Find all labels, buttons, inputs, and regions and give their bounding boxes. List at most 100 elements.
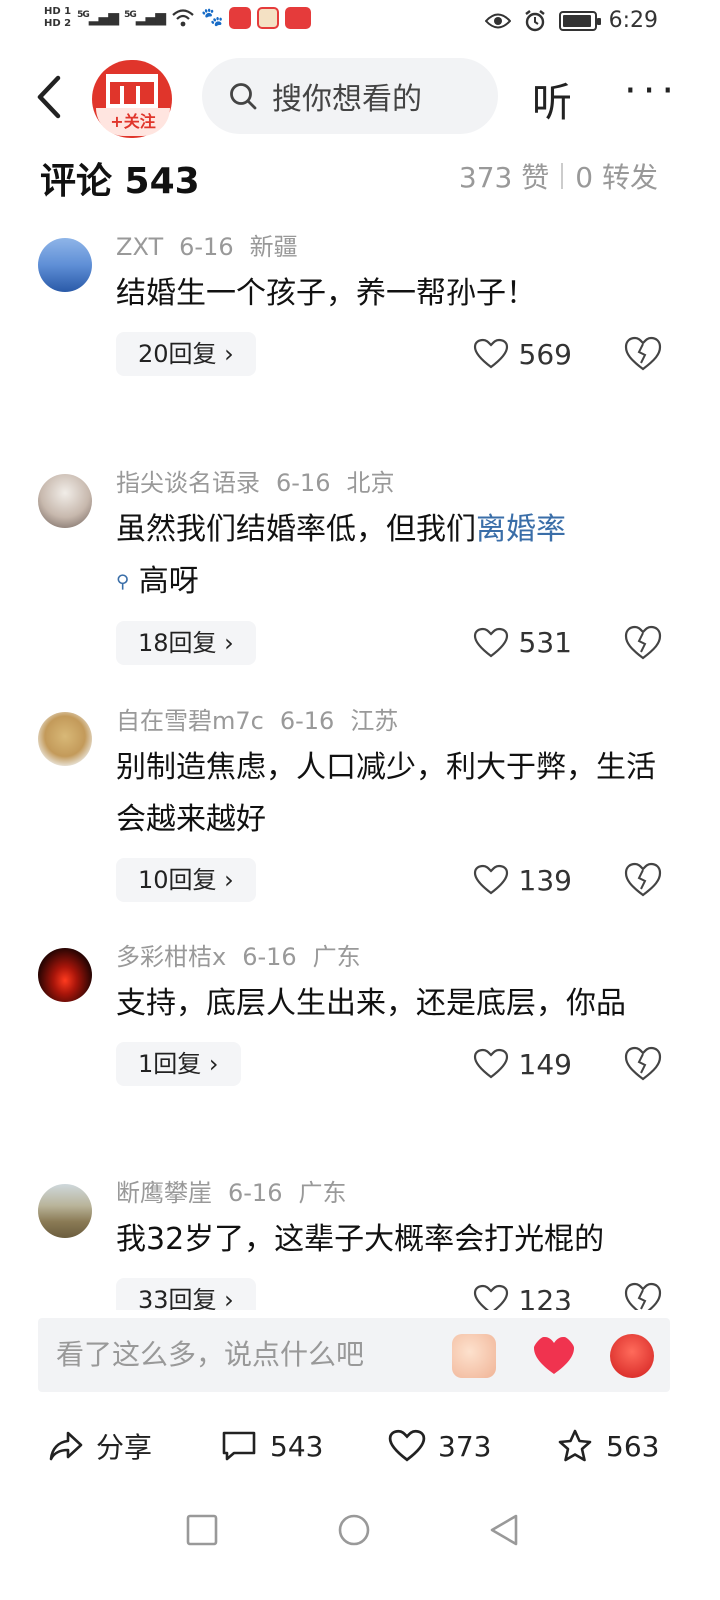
replies-button[interactable]: 20回复 ›: [116, 332, 256, 376]
comment-user[interactable]: 自在雪碧m7c: [116, 702, 264, 740]
comment-text: 我32岁了，这辈子大概率会打光棍的: [116, 1222, 605, 1257]
comment-location: 北京: [346, 469, 395, 497]
like-button[interactable]: 569: [473, 332, 572, 376]
comment-item: 自在雪碧m7c 6-16 江苏 别制造焦虑，人口减少，利大于弊，生活会越来越好 …: [0, 702, 720, 938]
status-right: 6:29: [484, 8, 658, 33]
like-count: 139: [518, 863, 572, 897]
toutiao-icon: [285, 7, 312, 29]
comment-actions: 20回复 › 569: [116, 326, 662, 386]
heart-icon: [473, 338, 508, 369]
back-icon[interactable]: [30, 72, 70, 122]
avatar[interactable]: [38, 712, 92, 766]
like-button[interactable]: 149: [473, 1042, 572, 1086]
share-icon: [49, 1431, 83, 1461]
comments-count: 543: [270, 1429, 324, 1463]
alarm-icon: [524, 9, 545, 31]
comment-meta: ZXT 6-16 新疆: [116, 228, 662, 266]
search-link-icon[interactable]: ⚲: [116, 572, 129, 593]
comment-text-part: 虽然我们结婚率低，但我们: [116, 512, 476, 547]
like-button[interactable]: 531: [473, 621, 572, 665]
heart-icon: [473, 1284, 508, 1310]
red-heart-emoji-icon[interactable]: [532, 1334, 576, 1378]
eye-icon: [484, 13, 511, 28]
bottom-action-bar: 分享 543 373 563: [0, 1410, 720, 1480]
like-button[interactable]: 123: [473, 1278, 572, 1310]
favorites-count: 563: [606, 1429, 660, 1463]
favorite-button[interactable]: 563: [556, 1424, 659, 1468]
comment-user[interactable]: 指尖谈名语录: [116, 464, 260, 502]
recents-icon[interactable]: [184, 1512, 220, 1548]
share-button[interactable]: 分享: [48, 1424, 152, 1468]
replies-button[interactable]: 18回复 ›: [116, 620, 256, 665]
comment-date: 6-16: [228, 1179, 283, 1207]
comment-date: 6-16: [242, 943, 297, 971]
top-nav: +关注 搜你想看的 听 ···: [0, 52, 720, 142]
comment-location: 广东: [312, 943, 361, 971]
sim-indicator: HD 1 HD 2: [44, 6, 71, 30]
comment-meta: 指尖谈名语录 6-16 北京: [116, 464, 662, 502]
battery-icon: [558, 10, 601, 31]
likes-count: 373: [438, 1429, 492, 1463]
comment-item: ZXT 6-16 新疆 结婚生一个孩子，养一帮孙子！ 20回复 › 569: [0, 228, 720, 464]
comment-user[interactable]: 断鹰攀崖: [116, 1174, 212, 1212]
like-button[interactable]: 139: [473, 858, 572, 902]
back-nav-icon[interactable]: [486, 1512, 522, 1548]
broken-heart-icon[interactable]: [624, 336, 662, 372]
avatar[interactable]: [38, 474, 92, 528]
comment-icon: [222, 1431, 256, 1461]
heart-icon: [388, 1429, 426, 1462]
status-bar: HD 1 HD 2 5G▂▄▆ 5G▂▄▆ 🐾 6:29: [0, 0, 720, 44]
search-link[interactable]: 离婚率: [476, 512, 566, 547]
search-bar[interactable]: 搜你想看的: [202, 58, 498, 134]
comments-button[interactable]: 543: [220, 1424, 323, 1468]
folded-hands-emoji-icon[interactable]: [452, 1334, 496, 1378]
replies-button[interactable]: 1回复 ›: [116, 1042, 241, 1086]
broken-heart-icon[interactable]: [624, 625, 662, 661]
replies-button[interactable]: 33回复 ›: [116, 1278, 256, 1310]
system-nav-bar: [0, 1500, 720, 1560]
comment-actions: 33回复 › 123: [116, 1272, 662, 1310]
comment-actions: 1回复 › 149: [116, 1036, 662, 1096]
broken-heart-icon[interactable]: [624, 1046, 662, 1082]
comments-stats: 373 赞 0 转发: [459, 156, 658, 196]
red-app-icon: [229, 7, 252, 29]
like-post-button[interactable]: 373: [388, 1424, 491, 1468]
comments-title: 评论 543: [40, 161, 200, 202]
search-placeholder: 搜你想看的: [272, 82, 422, 117]
angry-face-emoji-icon[interactable]: [610, 1334, 654, 1378]
heart-icon: [473, 864, 508, 895]
star-icon: [558, 1429, 592, 1462]
logo-glyph-icon: [106, 74, 158, 108]
comment-location: 广东: [298, 1179, 347, 1207]
comment-text: 别制造焦虑，人口减少，利大于弊，生活会越来越好: [116, 750, 656, 837]
replies-button[interactable]: 10回复 ›: [116, 858, 256, 902]
share-label: 分享: [96, 1431, 153, 1464]
like-count: 531: [518, 626, 572, 659]
signal-2-icon: 5G▂▄▆: [124, 10, 166, 26]
broken-heart-icon[interactable]: [624, 862, 662, 898]
comment-input[interactable]: 看了这么多，说点什么吧: [38, 1318, 670, 1392]
like-count: 123: [518, 1283, 572, 1311]
signal-1-icon: 5G▂▄▆: [77, 10, 119, 26]
comment-item: 指尖谈名语录 6-16 北京 虽然我们结婚率低，但我们离婚率 ⚲ 高呀 18回复…: [0, 464, 720, 702]
comment-user[interactable]: 多彩柑桔x: [116, 938, 226, 976]
hd2-label: HD 2: [44, 18, 72, 29]
comment-date: 6-16: [276, 469, 331, 497]
like-count: 149: [518, 1047, 572, 1081]
search-icon: [230, 83, 257, 110]
home-icon[interactable]: [336, 1512, 372, 1548]
avatar[interactable]: [38, 948, 92, 1002]
status-left: HD 1 HD 2 5G▂▄▆ 5G▂▄▆ 🐾: [44, 6, 312, 30]
follow-button[interactable]: +关注: [96, 108, 170, 136]
avatar[interactable]: [38, 1184, 92, 1238]
heart-icon: [473, 627, 508, 657]
avatar[interactable]: [38, 238, 92, 292]
comment-user[interactable]: ZXT: [116, 228, 163, 266]
comment-location: 新疆: [249, 233, 298, 261]
comment-item: 断鹰攀崖 6-16 广东 我32岁了，这辈子大概率会打光棍的 33回复 › 12…: [0, 1174, 720, 1310]
comment-list[interactable]: ZXT 6-16 新疆 结婚生一个孩子，养一帮孙子！ 20回复 › 569 指尖…: [0, 228, 720, 1310]
divider: [561, 163, 564, 189]
more-button[interactable]: ···: [624, 68, 680, 114]
listen-button[interactable]: 听: [532, 70, 572, 128]
broken-heart-icon[interactable]: [624, 1282, 662, 1310]
